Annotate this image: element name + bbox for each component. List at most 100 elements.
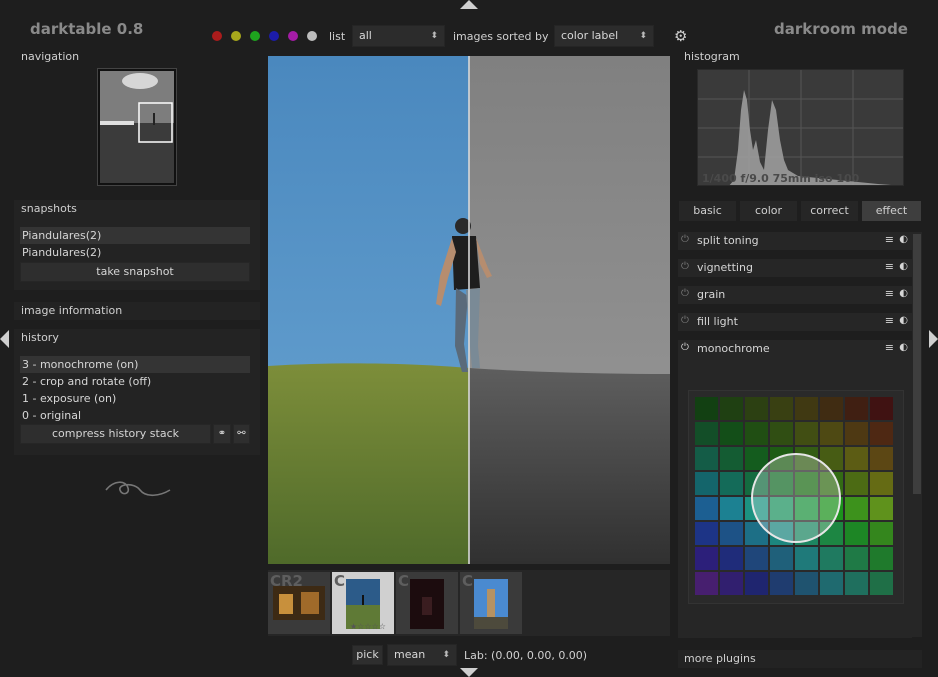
chevron-updown-icon: ⬍ xyxy=(442,650,450,660)
history-item[interactable]: 1 - exposure (on) xyxy=(20,390,250,407)
color-grid-cell xyxy=(720,447,743,470)
preset-icon[interactable]: ◐ xyxy=(899,234,908,245)
bottom-panel-toggle-arrow[interactable] xyxy=(460,668,478,677)
scrollbar-thumb[interactable] xyxy=(913,234,921,494)
more-plugins-label[interactable]: more plugins xyxy=(684,652,756,665)
right-panel-toggle-arrow[interactable] xyxy=(929,330,938,348)
app-title: darktable 0.8 xyxy=(30,20,144,38)
monochrome-color-grid[interactable] xyxy=(688,390,904,604)
color-label-dot[interactable] xyxy=(288,31,298,41)
color-grid-cell xyxy=(870,472,893,495)
take-snapshot-button[interactable]: take snapshot xyxy=(20,262,250,282)
color-label-dot[interactable] xyxy=(250,31,260,41)
plugin-grain[interactable]: ⏻ grain ≡ ◐ xyxy=(678,286,912,304)
top-panel-toggle-arrow[interactable] xyxy=(460,0,478,9)
exif-overlay: 1/400 f/9.0 75mm iso 100 xyxy=(702,172,860,185)
filmstrip-thumbnail[interactable]: C xyxy=(460,572,522,634)
tab-color[interactable]: color xyxy=(739,200,798,222)
sort-label: images sorted by xyxy=(453,30,549,43)
filmstrip-thumbnail[interactable]: CR2 xyxy=(268,572,330,634)
power-icon[interactable]: ⏻ xyxy=(681,261,689,272)
sort-value: color label xyxy=(561,29,619,42)
plugin-label: vignetting xyxy=(697,261,753,274)
navigation-title: navigation xyxy=(21,50,80,63)
navigation-preview[interactable] xyxy=(97,68,177,186)
tab-basic[interactable]: basic xyxy=(678,200,737,222)
hamburger-menu-icon[interactable]: ≡ xyxy=(885,287,894,300)
thumbnail-image xyxy=(273,586,325,620)
compress-history-button[interactable]: compress history stack xyxy=(20,424,211,444)
plugin-split-toning[interactable]: ⏻ split toning ≡ ◐ xyxy=(678,232,912,250)
color-grid-cell xyxy=(795,422,818,445)
gear-icon[interactable]: ⚙ xyxy=(674,27,687,45)
color-label-dot[interactable] xyxy=(269,31,279,41)
color-grid-cell xyxy=(820,422,843,445)
power-icon[interactable]: ⏻ xyxy=(681,315,689,326)
decorative-flourish-icon xyxy=(105,481,171,497)
plugin-monochrome[interactable]: ⏻ monochrome ≡ ◐ xyxy=(678,340,912,358)
history-item[interactable]: 2 - crop and rotate (off) xyxy=(20,373,250,390)
color-grid-cell xyxy=(720,522,743,545)
color-grid-cell xyxy=(795,572,818,595)
color-pick-button[interactable]: pick xyxy=(352,645,383,665)
snapshot-item[interactable]: Piandulares(2) xyxy=(20,244,250,261)
rating-stars[interactable]: ★☆☆☆☆ xyxy=(350,622,386,631)
color-grid-cell xyxy=(845,447,868,470)
color-grid-cell xyxy=(695,497,718,520)
tab-correct[interactable]: correct xyxy=(800,200,859,222)
hamburger-menu-icon[interactable]: ≡ xyxy=(885,341,894,354)
color-grid-cell xyxy=(820,397,843,420)
color-label-dot[interactable] xyxy=(307,31,317,41)
preset-icon[interactable]: ◐ xyxy=(899,288,908,299)
thumbnail-format-label: C xyxy=(462,572,474,590)
power-icon[interactable]: ⏻ xyxy=(681,288,689,299)
color-grid-cell xyxy=(845,397,868,420)
color-label-dot[interactable] xyxy=(231,31,241,41)
filmstrip: CR2 C ★☆☆☆☆ C C xyxy=(268,570,670,636)
plugin-vignetting[interactable]: ⏻ vignetting ≡ ◐ xyxy=(678,259,912,277)
filter-circle-handle[interactable] xyxy=(751,453,841,543)
list-filter-select[interactable]: all ⬍ xyxy=(352,25,445,47)
image-information-title[interactable]: image information xyxy=(21,304,122,317)
photo-preview xyxy=(268,56,670,564)
tab-effect[interactable]: effect xyxy=(861,200,922,222)
paste-history-icon[interactable]: ⚯ xyxy=(233,424,250,444)
color-grid-cell xyxy=(770,422,793,445)
histogram[interactable]: 1/400 f/9.0 75mm iso 100 xyxy=(697,69,904,186)
power-icon[interactable]: ⏻ xyxy=(681,342,689,353)
color-grid-cell xyxy=(870,422,893,445)
color-grid-cell xyxy=(870,572,893,595)
color-label-dot[interactable] xyxy=(212,31,222,41)
hamburger-menu-icon[interactable]: ≡ xyxy=(885,260,894,273)
color-grid-cell xyxy=(720,397,743,420)
color-grid-cell xyxy=(720,572,743,595)
color-grid-cell xyxy=(870,522,893,545)
color-grid-cell xyxy=(870,497,893,520)
preset-icon[interactable]: ◐ xyxy=(899,342,908,353)
snapshot-item[interactable]: Piandulares(2) xyxy=(20,227,250,244)
picker-mode-select[interactable]: mean ⬍ xyxy=(387,644,457,666)
preset-icon[interactable]: ◐ xyxy=(899,315,908,326)
filmstrip-thumbnail-active[interactable]: C ★☆☆☆☆ xyxy=(332,572,394,634)
sort-select[interactable]: color label ⬍ xyxy=(554,25,654,47)
hamburger-menu-icon[interactable]: ≡ xyxy=(885,233,894,246)
hamburger-menu-icon[interactable]: ≡ xyxy=(885,314,894,327)
color-grid-cell xyxy=(795,397,818,420)
left-panel-toggle-arrow[interactable] xyxy=(0,330,9,348)
history-title: history xyxy=(21,331,59,344)
history-item[interactable]: 3 - monochrome (on) xyxy=(20,356,250,373)
plugin-fill-light[interactable]: ⏻ fill light ≡ ◐ xyxy=(678,313,912,331)
copy-history-icon[interactable]: ⚭ xyxy=(213,424,231,444)
main-image-canvas[interactable] xyxy=(268,56,670,564)
preset-icon[interactable]: ◐ xyxy=(899,261,908,272)
filmstrip-thumbnail[interactable]: C xyxy=(396,572,458,634)
plugin-label: split toning xyxy=(697,234,759,247)
color-grid-cell xyxy=(820,572,843,595)
history-item[interactable]: 0 - original xyxy=(20,407,250,424)
color-grid xyxy=(695,397,893,595)
color-grid-cell xyxy=(695,447,718,470)
power-icon[interactable]: ⏻ xyxy=(681,234,689,245)
color-grid-cell xyxy=(695,522,718,545)
color-grid-cell xyxy=(770,572,793,595)
color-grid-cell xyxy=(845,522,868,545)
